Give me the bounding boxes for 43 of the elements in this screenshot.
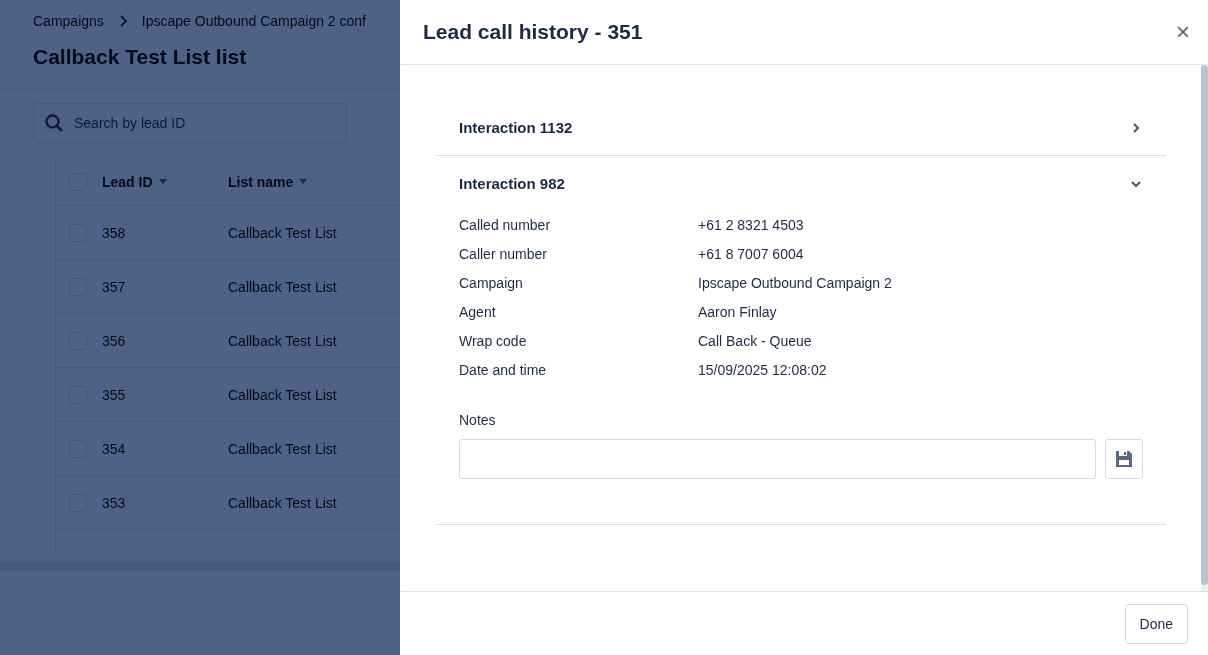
table-cell: 354 (102, 440, 126, 457)
table-cell: Callback Test List (228, 494, 337, 511)
accordion-header[interactable]: Interaction 1132 (436, 100, 1166, 155)
search-icon (45, 114, 63, 132)
detail-label: Wrap code (459, 333, 528, 349)
accordion-header[interactable]: Interaction 982 (436, 156, 1166, 211)
notes-field[interactable] (459, 439, 1096, 479)
detail-label: Called number (459, 217, 552, 233)
breadcrumb-link[interactable]: Ipscape Outbound Campaign 2 conf (141, 13, 366, 29)
search-field[interactable]: Search by lead ID (33, 103, 347, 143)
table-cell: Callback Test List (228, 278, 337, 295)
table-cell: Callback Test List (228, 440, 337, 457)
column-header[interactable]: Lead ID (102, 173, 153, 190)
table-cell: Callback Test List (228, 224, 337, 241)
table-cell: Callback Test List (228, 332, 337, 349)
chevron-right-icon (117, 15, 128, 27)
column-header[interactable]: List name (228, 173, 294, 190)
detail-label: Agent (459, 304, 497, 320)
table-cell: 358 (102, 224, 126, 241)
table-cell: 353 (102, 494, 126, 511)
detail-value: +61 2 8321 4503 (698, 217, 805, 233)
breadcrumb-link[interactable]: Campaigns (33, 13, 104, 29)
scrollbar[interactable] (1201, 65, 1208, 591)
close-button[interactable]: × (1176, 20, 1190, 44)
table-cell: 357 (102, 278, 126, 295)
notes-label: Notes (459, 412, 497, 428)
detail-value: 15/09/2025 12:08:02 (698, 362, 828, 378)
detail-value: Aaron Finlay (698, 304, 778, 320)
detail-value: Call Back - Queue (698, 333, 813, 349)
detail-label: Campaign (459, 275, 524, 291)
sort-caret-icon[interactable] (299, 179, 308, 184)
table-cell: 355 (102, 386, 126, 403)
table-cell: Callback Test List (228, 386, 337, 403)
detail-label: Date and time (459, 362, 548, 378)
done-button[interactable]: Done (1124, 603, 1188, 644)
drawer-title: Lead call history - 351 (423, 20, 643, 44)
detail-value: Ipscape Outbound Campaign 2 (698, 275, 893, 291)
table-cell: 356 (102, 332, 126, 349)
page-title: Callback Test List list (33, 45, 248, 69)
sort-caret-icon[interactable] (158, 179, 167, 184)
save-button[interactable] (1105, 439, 1143, 479)
detail-label: Caller number (459, 246, 548, 262)
detail-value: +61 8 7007 6004 (698, 246, 805, 262)
